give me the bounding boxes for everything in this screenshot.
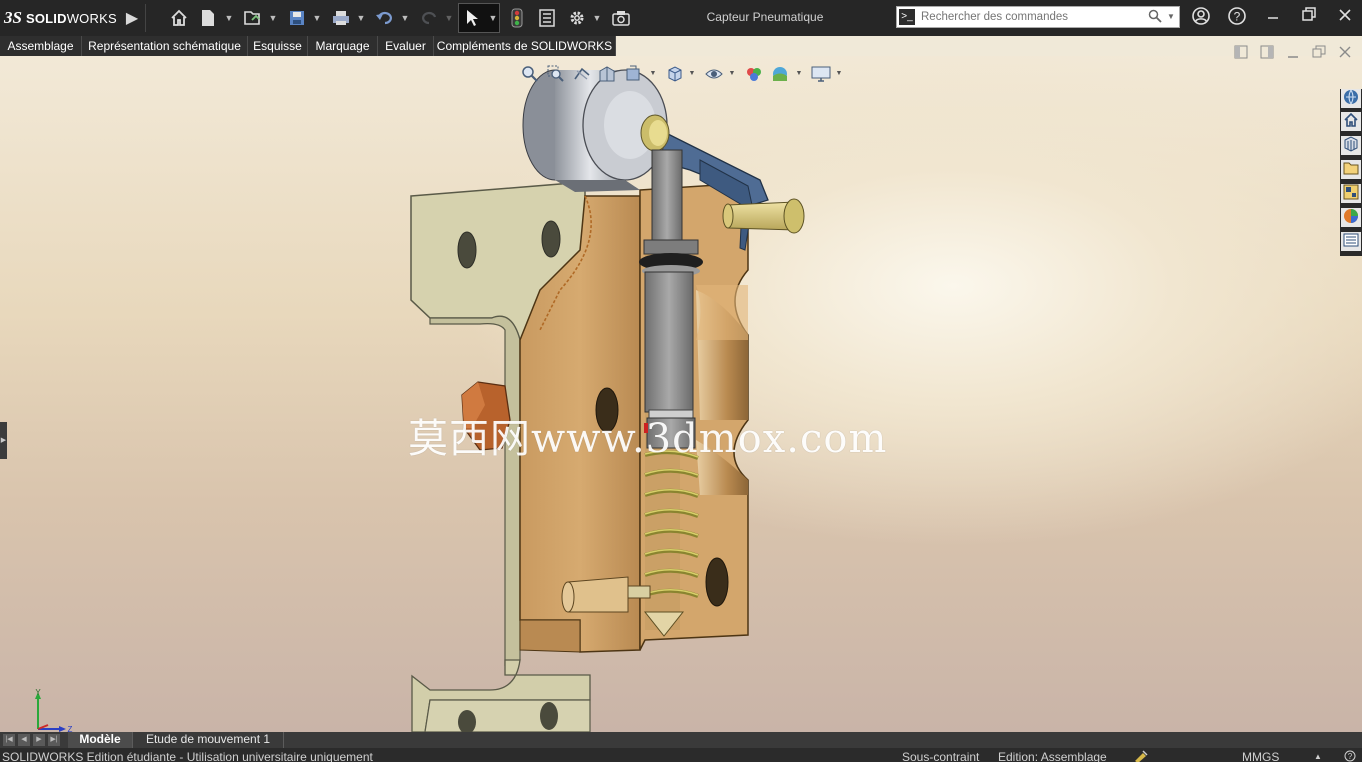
toolbar-separator (145, 4, 146, 32)
open-document-icon[interactable] (242, 6, 264, 30)
solidworks-logo-mark: 3S (4, 8, 22, 27)
restore-icon[interactable] (1296, 6, 1322, 30)
file-explorer-icon[interactable] (1341, 160, 1361, 181)
new-document-icon[interactable] (198, 6, 218, 30)
tab-modele[interactable]: Modèle (68, 732, 132, 748)
close-viewport-icon[interactable] (1338, 45, 1354, 61)
rebuild-traffic-light-icon[interactable] (507, 6, 527, 30)
help-icon[interactable]: ? (1224, 6, 1250, 30)
view-orientation-dropdown[interactable]: ▼ (688, 65, 696, 83)
tab-representation-schematique[interactable]: Représentation schématique (82, 36, 248, 56)
save-icon[interactable] (286, 6, 308, 30)
home-icon[interactable] (1341, 112, 1361, 133)
redo-icon[interactable] (418, 6, 440, 30)
close-icon[interactable] (1332, 6, 1358, 30)
bottom-tabs-bar: |◀ ◀ ▶ ▶| Modèle Etude de mouvement 1 (0, 732, 1362, 748)
appearances-scenes-icon[interactable] (1341, 208, 1361, 229)
home-icon[interactable] (168, 6, 190, 30)
view-palette-icon[interactable] (1341, 184, 1361, 205)
view-settings-dropdown[interactable]: ▼ (835, 65, 843, 83)
previous-view-icon[interactable] (572, 65, 592, 83)
options-gear-icon[interactable] (566, 6, 588, 30)
assembly-model-view[interactable] (0, 56, 1362, 732)
annotation-dropdown[interactable]: ▼ (649, 65, 657, 83)
view-orientation-icon[interactable] (664, 65, 686, 83)
command-search-input[interactable] (921, 7, 1141, 27)
graphics-area[interactable]: ▼ ▼ ▼ ▼ ▼ ▶ 莫西网www.3dmox.com Y Z (0, 56, 1362, 732)
last-tab-icon[interactable]: ▶| (48, 734, 60, 746)
tab-etude-mouvement[interactable]: Etude de mouvement 1 (132, 732, 284, 748)
tab-evaluer[interactable]: Evaluer (378, 36, 434, 56)
command-search-box[interactable]: >_ ▼ (896, 6, 1180, 28)
undo-icon[interactable] (374, 6, 396, 30)
apply-scene-icon[interactable] (770, 65, 790, 83)
view-settings-icon[interactable] (810, 65, 832, 83)
expand-menu-icon[interactable]: ▶ (125, 6, 139, 30)
status-units[interactable]: MMGS (1242, 748, 1279, 762)
title-bar: 3S SOLIDWORKS ▶ ▼ ▼ ▼ ▼ ▼ ▼ ▼ ▼ Capteur … (0, 0, 1362, 36)
status-edit-mode: Edition: Assemblage (998, 750, 1107, 762)
solidworks-logo[interactable]: 3S SOLIDWORKS (4, 6, 117, 30)
minimize-icon[interactable] (1260, 6, 1286, 30)
screen-capture-icon[interactable] (610, 6, 632, 30)
user-account-icon[interactable] (1188, 6, 1214, 30)
tab-assemblage[interactable]: Assemblage (0, 36, 82, 56)
print-dropdown[interactable]: ▼ (356, 6, 366, 30)
section-view-icon[interactable] (597, 65, 617, 83)
watermark-text: 莫西网www.3dmox.com (408, 416, 888, 462)
search-options-dropdown[interactable]: ▼ (1165, 9, 1177, 25)
dynamic-annotation-icon[interactable] (623, 65, 643, 83)
restore-viewport-icon[interactable] (1312, 45, 1328, 61)
logo-text-light: WORKS (66, 10, 117, 26)
select-arrow-icon[interactable] (462, 6, 482, 30)
tab-esquisse[interactable]: Esquisse (248, 36, 308, 56)
svg-text:?: ? (1348, 752, 1353, 761)
hide-show-items-icon[interactable] (704, 65, 724, 83)
rebuild-status-icon[interactable] (1133, 749, 1149, 762)
solidworks-logo-text: SOLIDWORKS (26, 11, 117, 26)
triad-z-label: Z (68, 725, 73, 732)
file-properties-icon[interactable] (536, 6, 558, 30)
new-document-dropdown[interactable]: ▼ (224, 6, 234, 30)
status-bar: SOLIDWORKS Edition étudiante - Utilisati… (0, 748, 1362, 762)
tab-marquage[interactable]: Marquage (308, 36, 378, 56)
zoom-to-fit-icon[interactable] (520, 65, 540, 83)
next-tab-icon[interactable]: ▶ (33, 734, 45, 746)
previous-tab-icon[interactable]: ◀ (18, 734, 30, 746)
scene-dropdown[interactable]: ▼ (795, 65, 803, 83)
triad-y-label: Y (35, 689, 41, 697)
command-prompt-icon: >_ (899, 9, 915, 25)
search-icon[interactable] (1147, 9, 1163, 25)
command-manager-tabs: Assemblage Représentation schématique Es… (0, 36, 1362, 56)
tile-right-icon[interactable] (1260, 45, 1276, 61)
print-icon[interactable] (330, 6, 352, 30)
select-dropdown[interactable]: ▼ (488, 6, 498, 30)
open-document-dropdown[interactable]: ▼ (268, 6, 278, 30)
minimize-viewport-icon[interactable] (1286, 45, 1302, 61)
tab-complements-solidworks[interactable]: Compléments de SOLIDWORKS (434, 36, 616, 56)
undo-dropdown[interactable]: ▼ (400, 6, 410, 30)
roller-wheel[interactable] (522, 69, 670, 192)
edit-appearance-icon[interactable] (744, 65, 764, 83)
units-menu-arrow[interactable]: ▲ (1314, 748, 1322, 762)
redo-dropdown[interactable]: ▼ (444, 6, 454, 30)
status-constraint: Sous-contraint (902, 750, 980, 762)
save-dropdown[interactable]: ▼ (312, 6, 322, 30)
reference-triad[interactable]: Y Z (28, 689, 74, 732)
feature-manager-expand-handle[interactable]: ▶ (0, 422, 7, 459)
help-status-icon[interactable]: ? (1344, 749, 1356, 762)
hide-show-dropdown[interactable]: ▼ (728, 65, 736, 83)
first-tab-icon[interactable]: |◀ (3, 734, 15, 746)
custom-properties-icon[interactable] (1341, 232, 1361, 253)
task-pane (1340, 89, 1362, 256)
solidworks-resources-icon[interactable] (1341, 89, 1361, 110)
status-license-text: SOLIDWORKS Edition étudiante - Utilisati… (2, 750, 373, 762)
design-library-icon[interactable] (1341, 136, 1361, 157)
tile-left-icon[interactable] (1234, 45, 1250, 61)
document-title: Capteur Pneumatique (706, 10, 824, 24)
logo-text-bold: SOLID (25, 10, 67, 26)
zoom-to-area-icon[interactable] (546, 65, 566, 83)
svg-text:?: ? (1234, 10, 1241, 24)
options-dropdown[interactable]: ▼ (592, 6, 602, 30)
